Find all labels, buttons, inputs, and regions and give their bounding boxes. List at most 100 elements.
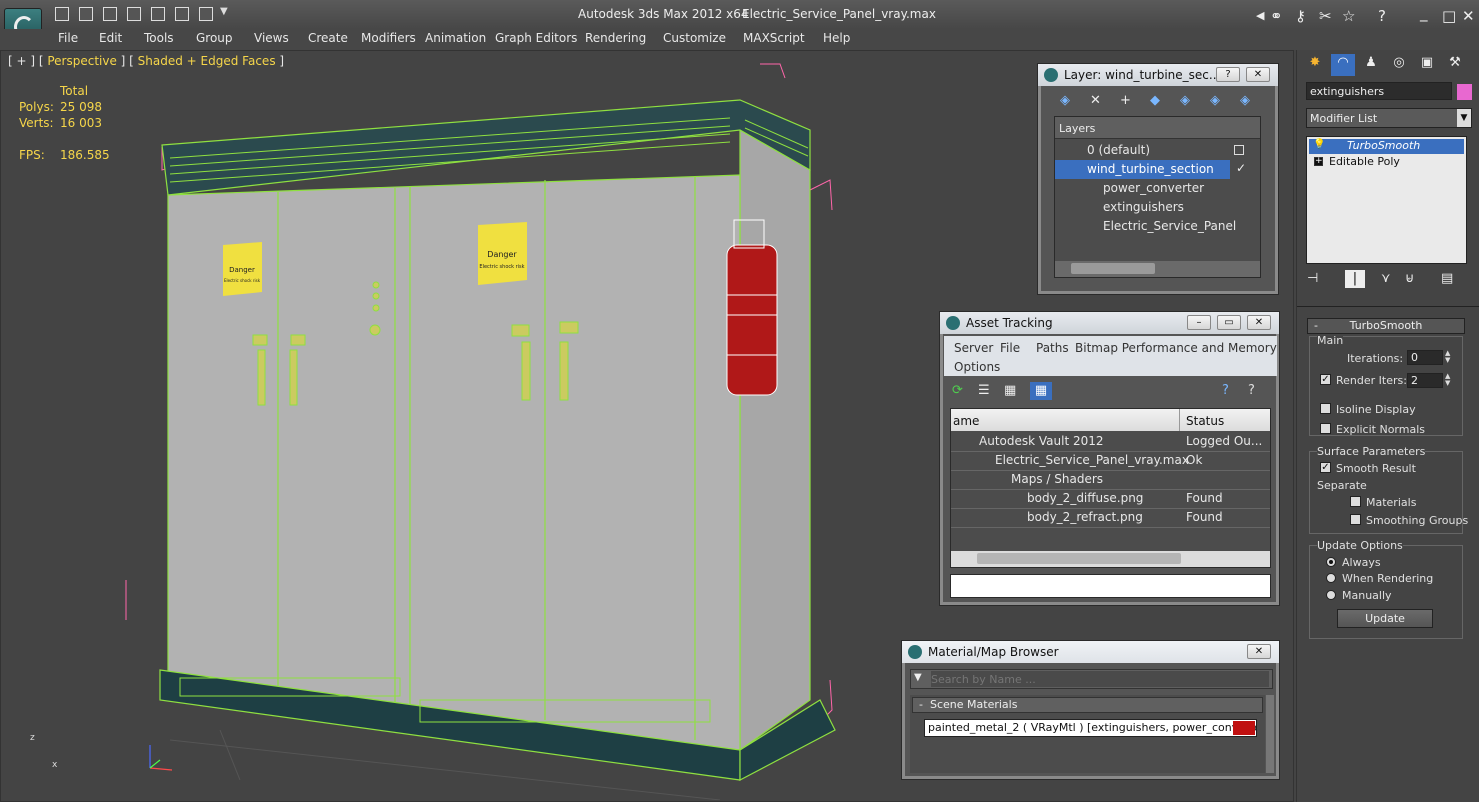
layer-hide-toggle-icon[interactable] [1234, 145, 1244, 155]
spinner-arrows-icon[interactable]: ▲ ▼ [1445, 350, 1454, 365]
highlight-layer-icon[interactable]: ◈ [1180, 92, 1190, 110]
arrow-left-icon[interactable]: ◀ [1256, 9, 1264, 22]
options-dropdown-icon[interactable]: ▼ [914, 672, 922, 683]
material-window-titlebar[interactable]: Material/Map Browser ✕ [902, 641, 1279, 663]
explicit-normals-checkbox[interactable] [1320, 423, 1331, 434]
scene-materials-group[interactable]: - Scene Materials [912, 697, 1263, 713]
star-icon[interactable]: ☆ [1342, 7, 1355, 25]
asset-close-button[interactable]: ✕ [1247, 315, 1271, 330]
viewport-view-menu[interactable]: Perspective [47, 54, 117, 68]
asset-row-vault[interactable]: Autodesk Vault 2012 Logged Ou... [951, 432, 1270, 451]
display-tab-icon[interactable]: ▣ [1415, 54, 1439, 76]
new-file-icon[interactable] [55, 7, 69, 21]
utilities-tab-icon[interactable]: ⚒ [1443, 54, 1467, 76]
binoculars-icon[interactable]: ⚭ [1270, 7, 1283, 25]
asset-menu-paths[interactable]: Paths [1036, 341, 1069, 355]
hide-all-icon[interactable]: ◈ [1210, 92, 1220, 110]
chevron-down-icon[interactable]: ▼ [1457, 109, 1471, 127]
remove-modifier-icon[interactable]: ⊌ [1405, 270, 1415, 288]
update-button[interactable]: Update [1337, 609, 1433, 628]
separate-smoothing-groups-checkbox[interactable] [1350, 514, 1361, 525]
menu-views[interactable]: Views [254, 31, 289, 45]
configure-modifier-sets-icon[interactable]: ▤ [1441, 270, 1453, 288]
material-close-button[interactable]: ✕ [1247, 644, 1271, 659]
menu-file[interactable]: File [58, 31, 78, 45]
asset-menu-file[interactable]: File [1000, 341, 1020, 355]
hold-icon[interactable] [127, 7, 141, 21]
minimize-icon[interactable]: _ [1420, 4, 1428, 22]
menu-animation[interactable]: Animation [425, 31, 486, 45]
hierarchy-tab-icon[interactable]: ♟ [1359, 54, 1383, 76]
asset-minimize-button[interactable]: – [1187, 315, 1211, 330]
quick-access-dropdown-icon[interactable]: ▼ [220, 6, 228, 17]
layer-row-object[interactable]: Electric_Service_Panel [1055, 217, 1260, 236]
modify-tab-icon[interactable]: ◠ [1331, 54, 1355, 76]
update-always-radio[interactable] [1326, 557, 1336, 567]
layer-row-wind-turbine[interactable]: wind_turbine_section [1055, 160, 1230, 179]
help-icon[interactable]: ? [1222, 382, 1229, 400]
scrollbar-thumb[interactable] [1071, 263, 1155, 274]
current-layer-check-icon[interactable]: ✓ [1236, 161, 1246, 175]
delete-layer-icon[interactable]: ✕ [1090, 92, 1101, 110]
render-iters-checkbox[interactable]: ✓ [1320, 374, 1331, 385]
asset-column-name[interactable]: ame [953, 414, 979, 428]
redo-icon[interactable] [175, 7, 189, 21]
update-manually-radio[interactable] [1326, 590, 1336, 600]
asset-menu-server[interactable]: Server [954, 341, 993, 355]
modifier-list-dropdown[interactable]: Modifier List ▼ [1306, 108, 1472, 128]
asset-window-titlebar[interactable]: Asset Tracking – ▭ ✕ [940, 312, 1279, 334]
layer-manager-window[interactable]: Layer: wind_turbine_sec... ? ✕ ◈ ✕ + ◆ ◈… [1037, 63, 1279, 295]
create-tab-icon[interactable]: ✸ [1303, 54, 1327, 76]
info-icon[interactable]: ? [1248, 382, 1255, 400]
turbosmooth-rollout-header[interactable]: - TurboSmooth [1307, 318, 1465, 334]
menu-modifiers[interactable]: Modifiers [361, 31, 416, 45]
new-layer-icon[interactable]: ◈ [1060, 92, 1070, 110]
stack-item-turbosmooth[interactable]: TurboSmooth [1309, 139, 1464, 154]
key-icon[interactable]: ⚷ [1295, 7, 1306, 25]
asset-menu-bitmap-performance[interactable]: Bitmap Performance and Memory [1075, 341, 1277, 355]
layer-row-default[interactable]: 0 (default) [1055, 141, 1260, 160]
menu-create[interactable]: Create [308, 31, 348, 45]
freeze-all-icon[interactable]: ◈ [1240, 92, 1250, 110]
asset-path-field[interactable] [950, 574, 1271, 598]
asset-tracking-window[interactable]: Asset Tracking – ▭ ✕ Server File Paths B… [939, 311, 1280, 606]
electric-service-panel-model[interactable]: Danger Electric shock risk Danger Electr… [120, 60, 850, 800]
add-to-layer-icon[interactable]: + [1120, 92, 1131, 110]
close-icon[interactable]: ✕ [1462, 7, 1475, 25]
make-unique-icon[interactable]: ⋎ [1381, 270, 1391, 288]
menu-group[interactable]: Group [196, 31, 233, 45]
isoline-display-checkbox[interactable] [1320, 403, 1331, 414]
thumbnail-view-icon[interactable]: ▦ [1004, 382, 1016, 400]
layer-horizontal-scrollbar[interactable] [1055, 261, 1260, 277]
asset-menu-options[interactable]: Options [954, 360, 1000, 374]
layers-column-header[interactable]: Layers [1055, 117, 1260, 139]
motion-tab-icon[interactable]: ◎ [1387, 54, 1411, 76]
layer-window-titlebar[interactable]: Layer: wind_turbine_sec... ? ✕ [1038, 64, 1278, 86]
material-vertical-scrollbar[interactable] [1266, 695, 1274, 773]
select-objects-icon[interactable]: ◆ [1150, 92, 1160, 110]
menu-tools[interactable]: Tools [144, 31, 174, 45]
undo-icon[interactable] [151, 7, 165, 21]
separate-materials-checkbox[interactable] [1350, 496, 1361, 507]
layer-row-object[interactable]: extinguishers [1055, 198, 1260, 217]
asset-row-bitmap[interactable]: body_2_refract.png Found [951, 508, 1270, 527]
asset-row-max-file[interactable]: Electric_Service_Panel_vray.max Ok [951, 451, 1270, 470]
refresh-icon[interactable]: ⟳ [952, 382, 963, 400]
menu-edit[interactable]: Edit [99, 31, 122, 45]
smooth-result-checkbox[interactable]: ✓ [1320, 462, 1331, 473]
menu-help[interactable]: Help [823, 31, 850, 45]
asset-row-bitmap[interactable]: body_2_diffuse.png Found [951, 489, 1270, 508]
menu-rendering[interactable]: Rendering [585, 31, 646, 45]
table-view-icon[interactable]: ▦ [1030, 382, 1052, 400]
material-map-browser-window[interactable]: Material/Map Browser ✕ ▼ - Scene Materia… [901, 640, 1280, 780]
save-file-icon[interactable] [103, 7, 117, 21]
layer-close-button[interactable]: ✕ [1246, 67, 1270, 82]
object-name-field[interactable]: extinguishers [1306, 82, 1452, 100]
menu-customize[interactable]: Customize [663, 31, 726, 45]
asset-horizontal-scrollbar[interactable] [951, 551, 1270, 567]
list-view-icon[interactable]: ☰ [978, 382, 990, 400]
render-iters-spinner[interactable]: 2 [1407, 373, 1443, 388]
menu-maxscript[interactable]: MAXScript [743, 31, 805, 45]
stack-item-editable-poly[interactable]: Editable Poly [1309, 155, 1464, 170]
update-when-rendering-radio[interactable] [1326, 573, 1336, 583]
